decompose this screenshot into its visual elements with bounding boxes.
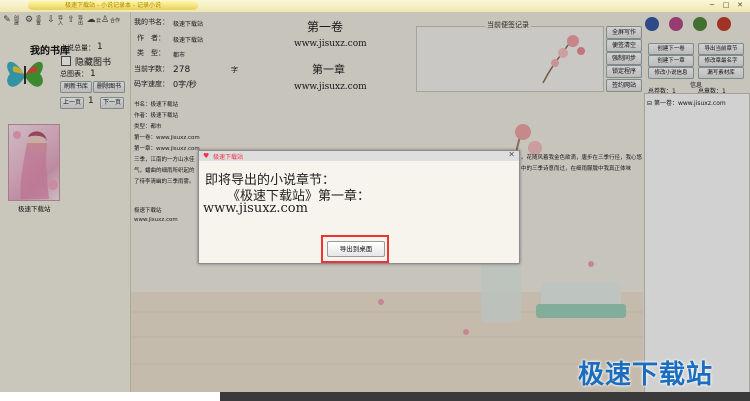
highlight-frame: 导出到桌面 bbox=[321, 235, 389, 263]
maximize-button[interactable]: □ bbox=[720, 1, 732, 10]
export-dialog: ♥ 极速下载站 ✕ 即将导出的小说章节： 《极速下载站》第一章： www.jis… bbox=[198, 150, 520, 264]
window-title: 极速下载站 - 小说记录本 - 记录小说 bbox=[28, 1, 198, 10]
watermark-logo: 极速下载站 bbox=[578, 360, 714, 390]
dialog-message-line-3: www.jisuxz.com bbox=[203, 201, 308, 216]
taskbar-strip bbox=[220, 392, 750, 401]
dialog-title-bar bbox=[199, 151, 519, 161]
dialog-title: 极速下载站 bbox=[213, 154, 244, 161]
dialog-close-icon[interactable]: ✕ bbox=[508, 150, 515, 159]
close-button[interactable]: ✕ bbox=[734, 1, 746, 10]
heart-icon: ♥ bbox=[203, 152, 210, 160]
minimize-button[interactable]: ─ bbox=[706, 1, 718, 10]
window-controls: ─ □ ✕ bbox=[704, 1, 746, 10]
export-to-desktop-button[interactable]: 导出到桌面 bbox=[327, 241, 385, 257]
